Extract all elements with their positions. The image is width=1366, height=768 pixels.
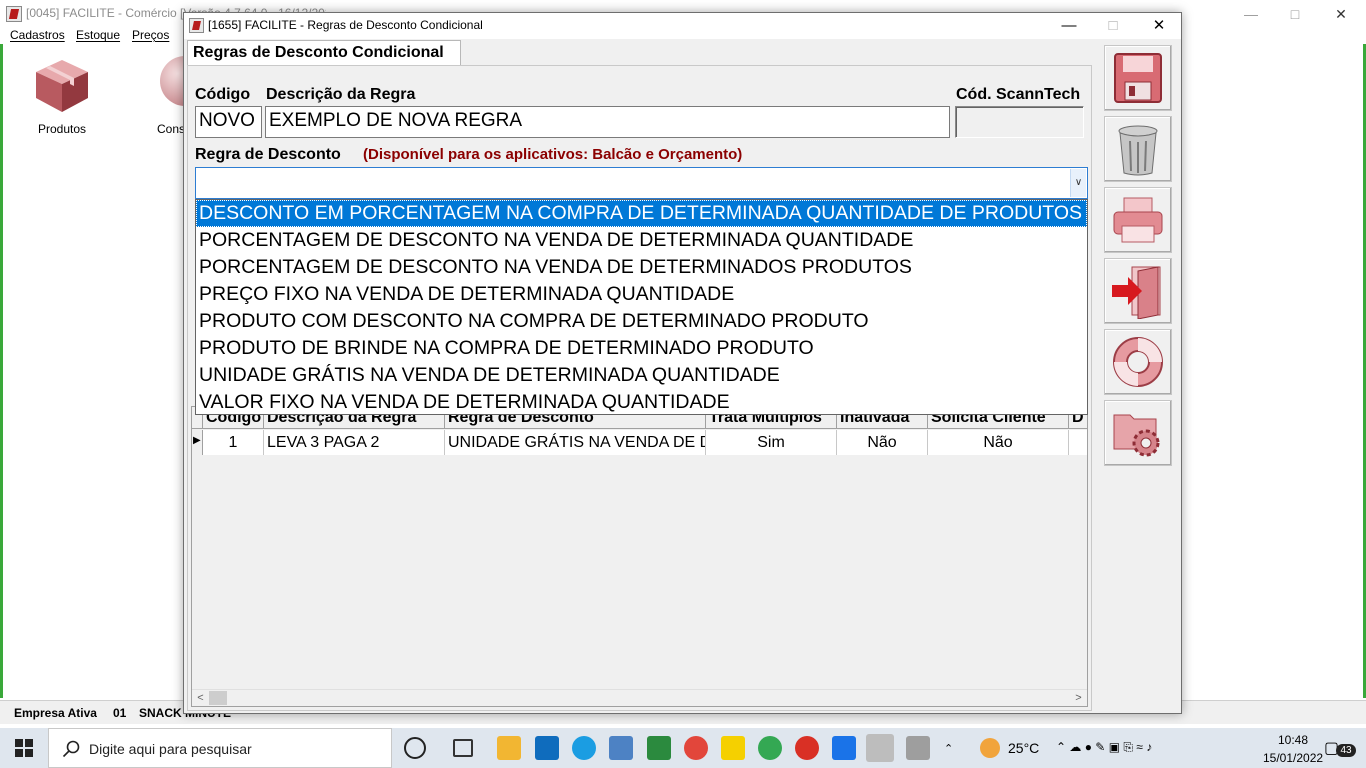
outlook-icon[interactable]: [535, 736, 559, 760]
trash-icon: [1118, 125, 1158, 176]
exit-button[interactable]: [1104, 258, 1172, 324]
scroll-right-icon[interactable]: >: [1070, 690, 1087, 707]
descricao-field[interactable]: EXEMPLO DE NOVA REGRA: [265, 106, 950, 138]
scroll-left-icon[interactable]: <: [192, 690, 209, 707]
tab-regras-desconto[interactable]: Regras de Desconto Condicional: [187, 40, 461, 66]
row-indicator-icon: ▶: [192, 430, 203, 455]
file-explorer-icon[interactable]: [497, 736, 521, 760]
rules-grid: Código Descrição da Regra Regra de Desco…: [191, 406, 1088, 707]
weather-temperature[interactable]: 25°C: [1008, 740, 1039, 768]
dialog-close-button[interactable]: ✕: [1136, 13, 1182, 39]
cell-d: [1069, 430, 1087, 455]
regra-desconto-dropdown-list: DESCONTO EM PORCENTAGEM NA COMPRA DE DET…: [195, 199, 1088, 415]
clock-date: 15/01/2022: [1263, 751, 1324, 765]
sticky-notes-icon[interactable]: [721, 736, 745, 760]
dropdown-option[interactable]: DESCONTO EM PORCENTAGEM NA COMPRA DE DET…: [196, 200, 1087, 227]
cell-regra: UNIDADE GRÁTIS NA VENDA DE D: [445, 430, 706, 455]
empresa-code: 01: [113, 706, 127, 720]
maximize-button[interactable]: □: [1272, 0, 1318, 28]
dropdown-option[interactable]: PREÇO FIXO NA VENDA DE DETERMINADA QUANT…: [196, 281, 1087, 308]
table-row[interactable]: 1 LEVA 3 PAGA 2 UNIDADE GRÁTIS NA VENDA …: [203, 430, 1087, 455]
tray-icons[interactable]: ⌃ ☁ ● ✎ ▣ ⎘ ≈ ♪: [1056, 740, 1152, 768]
chrome-profile-icon[interactable]: [758, 736, 782, 760]
menu-cadastros[interactable]: Cadastros: [10, 28, 65, 42]
settings-button[interactable]: [1104, 400, 1172, 466]
facilite-app-icon: [6, 6, 22, 22]
tray-expand-icon[interactable]: ⌃: [944, 742, 953, 768]
minimize-button[interactable]: —: [1228, 0, 1274, 28]
facilite-app-icon: [189, 18, 204, 33]
app-eye-icon[interactable]: [647, 736, 671, 760]
lifebuoy-icon: [1113, 337, 1163, 387]
chrome-icon[interactable]: [684, 736, 708, 760]
save-button[interactable]: [1104, 45, 1172, 111]
regra-desconto-select[interactable]: ∨: [195, 167, 1088, 199]
codigo-label: Código: [195, 86, 251, 103]
cell-solicita-cliente: Não: [928, 430, 1069, 455]
codigo-field[interactable]: NOVO: [195, 106, 262, 138]
disponivel-note: (Disponível para os aplicativos: Balcão …: [363, 146, 743, 163]
menu-precos[interactable]: Preços: [132, 28, 169, 42]
settings-folder-icon: [1113, 414, 1160, 457]
horizontal-scrollbar[interactable]: < >: [192, 689, 1087, 706]
dialog-maximize-button[interactable]: □: [1090, 13, 1136, 39]
task-view-icon[interactable]: [453, 739, 473, 757]
chevron-down-icon[interactable]: ∨: [1070, 169, 1086, 197]
empresa-label: Empresa Ativa: [14, 706, 97, 720]
dropdown-option[interactable]: PRODUTO DE BRINDE NA COMPRA DE DETERMINA…: [196, 335, 1087, 362]
delete-button[interactable]: [1104, 116, 1172, 182]
print-button[interactable]: [1104, 187, 1172, 253]
cod-scanntech-label: Cód. ScannTech: [956, 86, 1081, 103]
app-blue-icon[interactable]: [832, 736, 856, 760]
accent-strip: [0, 44, 3, 698]
dialog-title: [1655] FACILITE - Regras de Desconto Con…: [208, 18, 483, 32]
edge-icon[interactable]: [572, 736, 596, 760]
save-icon: [1114, 53, 1162, 103]
facilite-secondary-icon[interactable]: [906, 736, 930, 760]
printer-icon: [1113, 197, 1163, 243]
facilite-taskbar-icon[interactable]: [866, 734, 894, 762]
cell-descricao: LEVA 3 PAGA 2: [264, 430, 445, 455]
dropdown-option[interactable]: PORCENTAGEM DE DESCONTO NA VENDA DE DETE…: [196, 254, 1087, 281]
scroll-thumb[interactable]: [209, 691, 227, 705]
cod-scanntech-field[interactable]: [955, 106, 1084, 138]
start-button[interactable]: [0, 728, 48, 768]
shortcut-produtos[interactable]: Produtos: [28, 54, 96, 136]
cortana-icon[interactable]: [404, 737, 426, 759]
products-box-icon: [30, 54, 94, 118]
cell-inativada: Não: [837, 430, 928, 455]
exit-door-icon: [1112, 266, 1161, 319]
close-button[interactable]: ✕: [1318, 0, 1364, 28]
dialog-title-bar: [1655] FACILITE - Regras de Desconto Con…: [184, 13, 1181, 39]
weather-icon[interactable]: [980, 738, 1000, 758]
cell-trata-multiplos: Sim: [706, 430, 837, 455]
help-button[interactable]: [1104, 329, 1172, 395]
windows-logo-icon: [15, 739, 33, 757]
menu-estoque[interactable]: Estoque: [76, 28, 120, 42]
regra-desconto-label: Regra de Desconto: [195, 146, 341, 163]
clock-time: 10:48: [1277, 733, 1309, 747]
search-icon: [62, 740, 80, 758]
dropdown-option[interactable]: PRODUTO COM DESCONTO NA COMPRA DE DETERM…: [196, 308, 1087, 335]
chrome-profile-2-icon[interactable]: [795, 736, 819, 760]
search-placeholder: Digite aqui para pesquisar: [89, 741, 252, 757]
notification-count: 43: [1336, 744, 1356, 757]
cell-codigo: 1: [203, 430, 264, 455]
dropdown-option[interactable]: PORCENTAGEM DE DESCONTO NA VENDA DE DETE…: [196, 227, 1087, 254]
clock[interactable]: 10:48 15/01/2022: [1263, 733, 1323, 768]
dropdown-option[interactable]: UNIDADE GRÁTIS NA VENDA DE DETERMINADA Q…: [196, 362, 1087, 389]
taskbar-search-input[interactable]: Digite aqui para pesquisar: [48, 728, 392, 768]
descricao-label: Descrição da Regra: [266, 86, 416, 103]
store-icon[interactable]: [609, 736, 633, 760]
dialog-minimize-button[interactable]: —: [1046, 13, 1092, 39]
discount-rules-dialog: [1655] FACILITE - Regras de Desconto Con…: [183, 12, 1182, 714]
notification-center[interactable]: ▢ 43: [1324, 738, 1356, 768]
dropdown-option[interactable]: VALOR FIXO NA VENDA DE DETERMINADA QUANT…: [196, 389, 1087, 416]
shortcut-label: Produtos: [37, 122, 87, 136]
windows-taskbar: Digite aqui para pesquisar ⌃ 25°C ⌃ ☁ ● …: [0, 728, 1366, 768]
